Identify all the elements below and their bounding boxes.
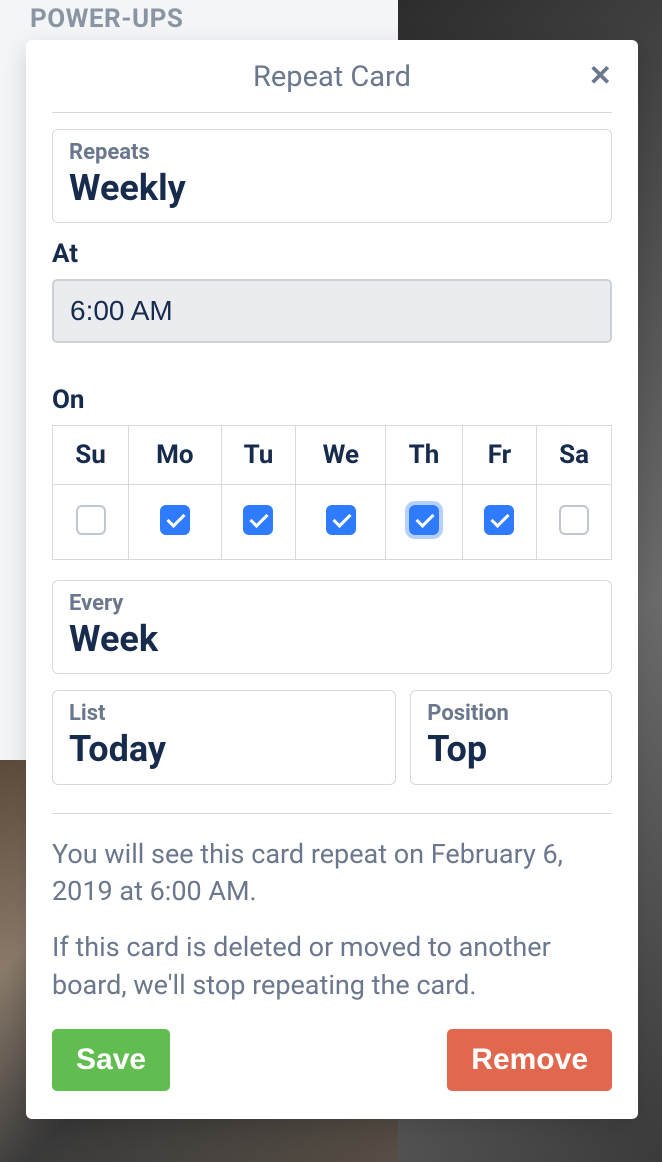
day-header: Su — [53, 426, 129, 485]
day-cell — [537, 485, 612, 560]
day-checkbox-tu[interactable] — [243, 505, 273, 535]
list-select[interactable]: List Today — [52, 690, 396, 784]
days-table: SuMoTuWeThFrSa — [52, 425, 612, 560]
day-cell — [296, 485, 386, 560]
day-checkbox-th[interactable] — [409, 505, 439, 535]
day-checkbox-we[interactable] — [326, 505, 356, 535]
day-cell — [129, 485, 222, 560]
day-checkbox-su[interactable] — [76, 505, 106, 535]
day-checkbox-sa[interactable] — [559, 505, 589, 535]
sidebar-section-header: POWER-UPS — [30, 4, 183, 34]
day-header: Th — [386, 426, 462, 485]
every-value: Week — [69, 618, 158, 660]
day-cell — [221, 485, 296, 560]
day-checkbox-mo[interactable] — [160, 505, 190, 535]
save-button[interactable]: Save — [52, 1029, 170, 1091]
day-cell — [462, 485, 537, 560]
close-icon[interactable]: ✕ — [589, 62, 612, 90]
day-header: Tu — [221, 426, 296, 485]
day-header: We — [296, 426, 386, 485]
day-header: Mo — [129, 426, 222, 485]
day-cell — [53, 485, 129, 560]
every-label: Every — [69, 591, 595, 616]
divider — [52, 813, 612, 814]
repeat-card-popover: Repeat Card ✕ Repeats Weekly At On SuMoT… — [26, 40, 638, 1119]
popover-title: Repeat Card — [253, 60, 411, 94]
button-row: Save Remove — [52, 1029, 612, 1091]
position-label: Position — [427, 701, 595, 726]
list-label: List — [69, 701, 379, 726]
next-repeat-info: You will see this card repeat on Februar… — [52, 836, 612, 912]
repeats-select[interactable]: Repeats Weekly — [52, 129, 612, 223]
delete-warning-info: If this card is deleted or moved to anot… — [52, 929, 612, 1005]
position-value: Top — [427, 728, 487, 770]
repeats-value: Weekly — [69, 167, 186, 209]
list-value: Today — [69, 728, 166, 770]
day-header: Fr — [462, 426, 537, 485]
on-label: On — [52, 385, 612, 415]
remove-button[interactable]: Remove — [447, 1029, 612, 1091]
position-select[interactable]: Position Top — [410, 690, 612, 784]
time-input[interactable] — [52, 279, 612, 343]
day-header: Sa — [537, 426, 612, 485]
day-checkbox-fr[interactable] — [484, 505, 514, 535]
every-select[interactable]: Every Week — [52, 580, 612, 674]
repeats-label: Repeats — [69, 140, 595, 165]
day-cell — [386, 485, 462, 560]
at-label: At — [52, 239, 612, 269]
popover-header: Repeat Card ✕ — [52, 40, 612, 113]
